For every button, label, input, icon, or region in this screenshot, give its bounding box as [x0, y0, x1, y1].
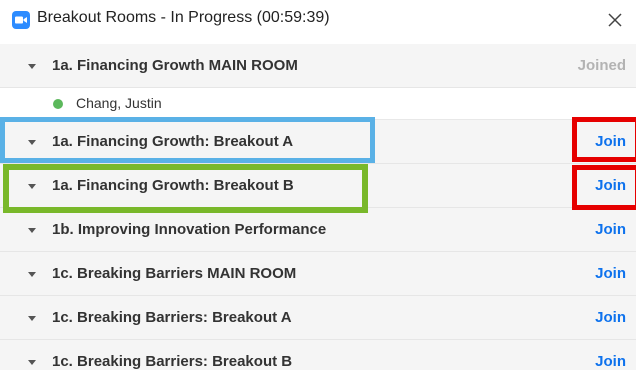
breakout-room-list: 1a. Financing Growth MAIN ROOM Joined Ch… [0, 44, 636, 370]
breakout-rooms-window: Breakout Rooms - In Progress (00:59:39) … [0, 0, 636, 370]
join-button[interactable]: Join [595, 309, 626, 326]
room-row[interactable]: 1b. Improving Innovation Performance Joi… [0, 208, 636, 252]
room-name: 1c. Breaking Barriers: Breakout A [52, 309, 292, 326]
room-name: 1a. Financing Growth: Breakout A [52, 133, 294, 150]
room-row[interactable]: 1a. Financing Growth: Breakout A Join [0, 120, 636, 164]
room-name: 1a. Financing Growth MAIN ROOM [52, 57, 298, 74]
join-button[interactable]: Join [595, 133, 626, 150]
join-button[interactable]: Join [595, 221, 626, 238]
join-button[interactable]: Join [595, 265, 626, 282]
chevron-down-icon[interactable] [27, 269, 37, 279]
chevron-down-icon[interactable] [27, 137, 37, 147]
close-icon[interactable] [602, 7, 628, 33]
online-status-dot [53, 99, 63, 109]
room-name: 1b. Improving Innovation Performance [52, 221, 327, 238]
room-row[interactable]: 1c. Breaking Barriers: Breakout B Join [0, 340, 636, 370]
room-name: 1c. Breaking Barriers MAIN ROOM [52, 265, 297, 282]
join-button[interactable]: Join [595, 353, 626, 370]
chevron-down-icon[interactable] [27, 181, 37, 191]
title-bar: Breakout Rooms - In Progress (00:59:39) [0, 0, 636, 40]
room-row[interactable]: 1a. Financing Growth: Breakout B Join [0, 164, 636, 208]
room-row[interactable]: 1c. Breaking Barriers: Breakout A Join [0, 296, 636, 340]
chevron-down-icon[interactable] [27, 61, 37, 71]
window-title: Breakout Rooms - In Progress (00:59:39) [37, 9, 330, 26]
room-row[interactable]: 1a. Financing Growth MAIN ROOM Joined [0, 44, 636, 88]
room-row[interactable]: 1c. Breaking Barriers MAIN ROOM Join [0, 252, 636, 296]
join-button[interactable]: Join [595, 177, 626, 194]
chevron-down-icon[interactable] [27, 313, 37, 323]
joined-status: Joined [577, 57, 626, 74]
room-name: 1a. Financing Growth: Breakout B [52, 177, 294, 194]
chevron-down-icon[interactable] [27, 225, 37, 235]
participant-row: Chang, Justin [0, 88, 636, 120]
participant-name: Chang, Justin [76, 95, 162, 111]
chevron-down-icon[interactable] [27, 357, 37, 367]
room-name: 1c. Breaking Barriers: Breakout B [52, 353, 293, 370]
zoom-camera-icon [12, 11, 30, 29]
